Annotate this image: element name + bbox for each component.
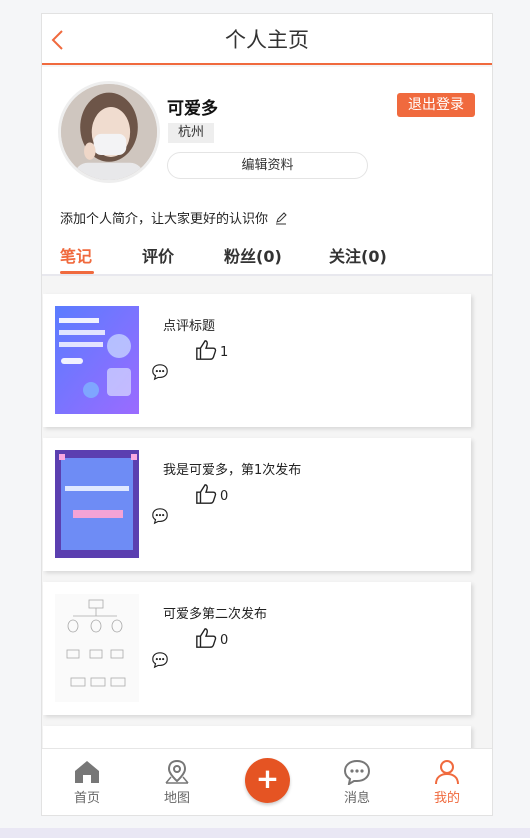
like-count: 1 (220, 345, 229, 360)
thumbs-up-icon[interactable] (195, 627, 217, 649)
like-count: 0 (220, 489, 229, 504)
post-card[interactable]: 我是可爱多，第1次发布 0 (43, 438, 471, 571)
tab-divider (42, 274, 492, 276)
pencil-icon (276, 211, 287, 224)
add-icon: + (255, 762, 280, 795)
nav-map-label: 地图 (163, 791, 190, 806)
profile-section: 可爱多 杭州 退出登录 编辑资料 添加个人简介，让大家更好的认识你 笔记 评价 … (42, 67, 492, 275)
nav-home-label: 首页 (73, 791, 100, 806)
logout-button[interactable]: 退出登录 (397, 93, 475, 117)
page-title: 个人主页 (225, 28, 309, 52)
avatar[interactable] (58, 81, 160, 183)
bio-text: 添加个人简介，让大家更好的认识你 (60, 212, 269, 227)
city-badge: 杭州 (168, 123, 215, 143)
bio-prompt[interactable]: 添加个人简介，让大家更好的认识你 (60, 208, 288, 227)
thumb-flowchart-icon (55, 594, 139, 702)
nav-mine-label: 我的 (433, 791, 460, 806)
nav-home[interactable]: 首页 (57, 759, 117, 806)
map-pin-icon (165, 759, 189, 784)
username: 可爱多 (167, 99, 218, 119)
add-post-button[interactable]: + (245, 758, 290, 803)
edit-profile-button[interactable]: 编辑资料 (167, 152, 368, 179)
post-card[interactable]: 点评标题 1 (43, 294, 471, 427)
nav-mine[interactable]: 我的 (417, 759, 477, 806)
page-bottom-strip (0, 828, 530, 838)
thumb-docker-redis-icon (55, 306, 139, 414)
nav-map[interactable]: 地图 (147, 759, 207, 806)
avatar-photo-icon (61, 84, 157, 180)
comment-icon[interactable] (151, 507, 169, 525)
tab-fans[interactable]: 粉丝(0) (224, 243, 282, 267)
post-thumbnail (55, 306, 139, 414)
post-thumbnail (55, 450, 139, 558)
tab-following[interactable]: 关注(0) (329, 243, 387, 267)
thumb-purple-board-icon (55, 450, 139, 558)
comment-icon[interactable] (151, 651, 169, 669)
user-icon (435, 760, 459, 785)
home-icon (75, 761, 99, 783)
app-window: 个人主页 可爱多 杭州 退出登录 编辑资料 添加个人简介，让大家更好的认识你 笔 (41, 13, 493, 816)
thumbs-up-icon[interactable] (195, 483, 217, 505)
profile-tabs: 笔记 评价 粉丝(0) 关注(0) (42, 239, 492, 275)
post-title: 我是可爱多，第1次发布 (163, 463, 302, 478)
post-title: 点评标题 (163, 319, 216, 334)
bottom-nav: 首页 地图 + 消息 我的 (42, 748, 492, 815)
post-title: 可爱多第二次发布 (163, 607, 268, 622)
like-count: 0 (220, 633, 229, 648)
thumbs-up-icon[interactable] (195, 339, 217, 361)
header-bar: 个人主页 (42, 14, 492, 65)
post-card[interactable]: 可爱多第二次发布 0 (43, 582, 471, 715)
comment-icon[interactable] (151, 363, 169, 381)
tab-reviews[interactable]: 评价 (142, 243, 174, 267)
message-icon (343, 759, 371, 785)
nav-messages-label: 消息 (343, 791, 370, 806)
post-thumbnail (55, 594, 139, 702)
nav-messages[interactable]: 消息 (327, 759, 387, 806)
tab-notes[interactable]: 笔记 (60, 243, 92, 267)
